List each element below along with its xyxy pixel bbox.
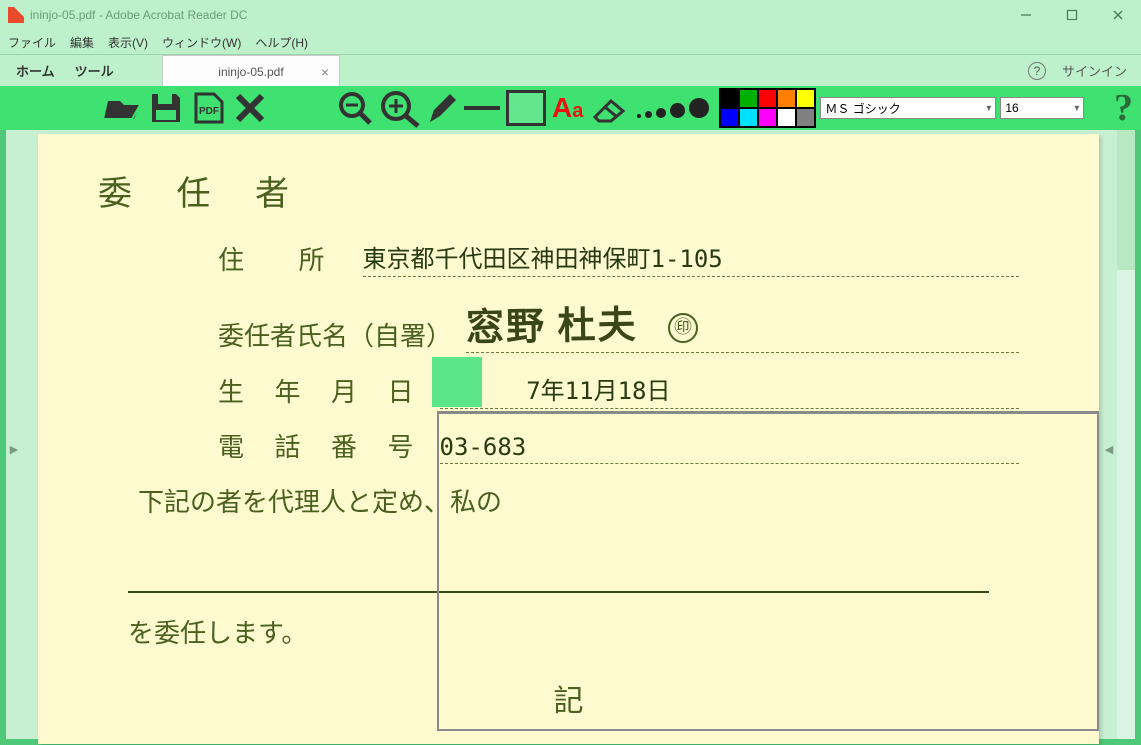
close-tab-icon[interactable]: × [321, 64, 329, 80]
palette-white[interactable] [777, 108, 796, 127]
palette-cyan[interactable] [739, 108, 758, 127]
palette-red[interactable] [758, 89, 777, 108]
field-dob[interactable]: 7年11月18日 [440, 371, 1019, 409]
menu-file[interactable]: ファイル [8, 34, 56, 51]
paragraph-2: を委任します。 [128, 613, 1019, 650]
vertical-scrollbar[interactable]: ▲ [1117, 130, 1135, 739]
paragraph-1: 下記の者を代理人と定め、私の [138, 482, 1019, 519]
seal-mark: ㊞ [668, 313, 698, 343]
menubar: ファイル 編集 表示(V) ウィンドウ(W) ヘルプ(H) [0, 30, 1141, 54]
help-icon[interactable]: ? [1028, 62, 1046, 80]
pdf-export-icon[interactable]: PDF [188, 90, 228, 126]
width-dot-5[interactable] [689, 98, 709, 118]
font-select[interactable]: ＭＳ ゴシック ▾ [820, 97, 996, 119]
width-dot-1[interactable] [637, 114, 641, 118]
palette-gray[interactable] [796, 108, 815, 127]
nav-tools[interactable]: ツール [75, 61, 114, 80]
nav-home[interactable]: ホーム [16, 61, 55, 80]
font-size-select[interactable]: 16 ▾ [1000, 97, 1084, 119]
right-panel-expander[interactable]: ◀ [1103, 435, 1115, 465]
blank-line [128, 591, 989, 593]
maximize-button[interactable] [1049, 0, 1095, 30]
pencil-icon[interactable] [424, 88, 460, 128]
signature-text: 窓野 杜夫 [466, 294, 638, 352]
label-tel: 電 話 番 号 [218, 427, 426, 464]
left-panel-expander[interactable]: ▶ [8, 435, 20, 465]
menu-edit[interactable]: 編集 [70, 34, 94, 51]
current-color-box[interactable] [506, 90, 546, 126]
field-name[interactable]: 窓野 杜夫 ㊞ [466, 295, 1019, 353]
menu-view[interactable]: 表示(V) [108, 34, 148, 51]
label-address: 住 所 [218, 240, 349, 277]
heading: 委 任 者 [98, 166, 1019, 215]
palette-black[interactable] [720, 89, 739, 108]
chevron-down-icon: ▾ [986, 103, 991, 114]
toolbar-help-icon[interactable]: ? [1114, 86, 1133, 130]
width-dot-2[interactable] [645, 111, 652, 118]
width-dot-3[interactable] [656, 108, 666, 118]
zoom-in-icon[interactable] [378, 88, 422, 128]
acrobat-app-icon [8, 7, 24, 23]
minimize-button[interactable] [1003, 0, 1049, 30]
color-palette[interactable] [719, 88, 816, 128]
toolbar: PDF Aa ＭＳ ゴシック ▾ 16 ▾ ? [0, 86, 1141, 130]
line-width-picker[interactable] [637, 98, 709, 118]
width-dot-4[interactable] [670, 103, 685, 118]
palette-green[interactable] [739, 89, 758, 108]
text-tool-icon[interactable]: Aa [552, 92, 583, 124]
font-size-value: 16 [1005, 101, 1018, 115]
tabs-row: ホーム ツール ininjo-05.pdf × ? サインイン [0, 54, 1141, 86]
menu-help[interactable]: ヘルプ(H) [255, 34, 308, 51]
save-icon[interactable] [146, 90, 186, 126]
ki-label: 記 [554, 676, 584, 720]
font-select-value: ＭＳ ゴシック [825, 100, 900, 117]
window-title: ininjo-05.pdf - Adobe Acrobat Reader DC [30, 8, 247, 22]
close-button[interactable] [1095, 0, 1141, 30]
eraser-icon[interactable] [587, 91, 627, 125]
palette-blue[interactable] [720, 108, 739, 127]
svg-text:PDF: PDF [199, 106, 219, 117]
label-dob: 生 年 月 日 [218, 372, 426, 409]
document-tab[interactable]: ininjo-05.pdf × [162, 55, 340, 87]
field-address[interactable]: 東京都千代田区神田神保町1-105 [363, 239, 1019, 277]
chevron-down-icon: ▾ [1074, 103, 1079, 114]
highlight-overlay [432, 357, 482, 407]
palette-orange[interactable] [777, 89, 796, 108]
titlebar: ininjo-05.pdf - Adobe Acrobat Reader DC [0, 0, 1141, 30]
line-tool-icon[interactable] [462, 102, 502, 114]
cancel-icon[interactable] [230, 90, 270, 126]
palette-magenta[interactable] [758, 108, 777, 127]
document-tab-label: ininjo-05.pdf [218, 65, 283, 79]
document-viewport: ▶ ◀ ▲ 委 任 者 住 所 東京都千代田区神田神保町1-105 委任者氏名（… [6, 130, 1135, 739]
zoom-out-icon[interactable] [336, 89, 376, 127]
scroll-thumb[interactable] [1117, 130, 1135, 270]
signin-link[interactable]: サインイン [1062, 61, 1127, 80]
palette-yellow[interactable] [796, 89, 815, 108]
open-file-icon[interactable] [100, 91, 144, 125]
field-tel[interactable]: 03-683 [440, 433, 1019, 464]
menu-window[interactable]: ウィンドウ(W) [162, 34, 241, 51]
pdf-page: 委 任 者 住 所 東京都千代田区神田神保町1-105 委任者氏名（自署） 窓野… [38, 134, 1099, 744]
label-name: 委任者氏名（自署） [218, 316, 452, 353]
